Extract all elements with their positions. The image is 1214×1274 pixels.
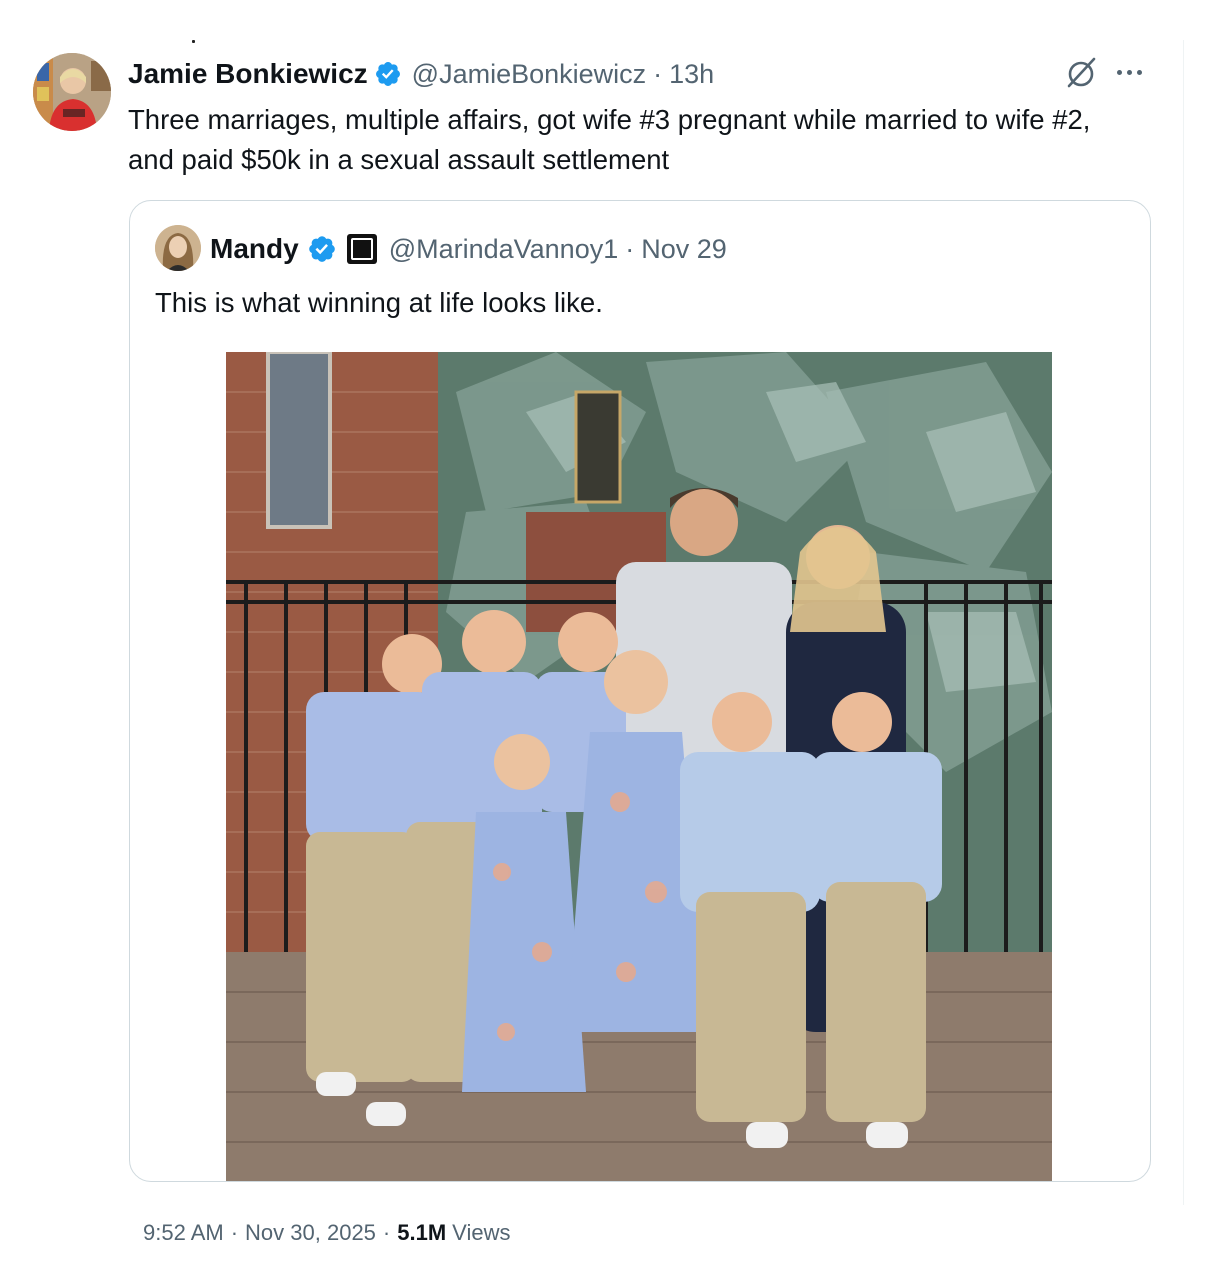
separator-dot: · bbox=[625, 233, 635, 264]
grok-icon[interactable] bbox=[1063, 55, 1099, 91]
footer-date[interactable]: Nov 30, 2025 bbox=[245, 1220, 376, 1246]
quote-header: Mandy @MarindaVannoy1 · Nov 29 bbox=[210, 231, 727, 267]
quote-avatar-image bbox=[155, 225, 201, 271]
quote-tweet-card[interactable]: Mandy @MarindaVannoy1 · Nov 29 This is w… bbox=[129, 200, 1151, 1182]
affiliate-badge-mark bbox=[350, 238, 373, 260]
quote-author-display-name[interactable]: Mandy bbox=[210, 233, 299, 265]
tweet-time[interactable]: 13h bbox=[669, 59, 714, 90]
more-dot bbox=[1137, 69, 1142, 75]
quote-text: This is what winning at life looks like. bbox=[155, 287, 603, 318]
family-photo[interactable] bbox=[226, 352, 1052, 1181]
views-label: Views bbox=[452, 1220, 511, 1245]
divider-mark bbox=[192, 40, 195, 43]
quote-author-handle[interactable]: @MarindaVannoy1 bbox=[389, 234, 619, 265]
affiliate-badge-icon[interactable] bbox=[346, 234, 377, 264]
tweet-text: Three marriages, multiple affairs, got w… bbox=[128, 104, 1091, 175]
separator-dot: · bbox=[382, 1220, 391, 1245]
more-icon[interactable] bbox=[1117, 60, 1151, 84]
tweet-page: Jamie Bonkiewicz @JamieBonkiewicz · 13h … bbox=[0, 0, 1214, 1274]
more-dot bbox=[1127, 69, 1132, 75]
author-avatar[interactable] bbox=[33, 53, 111, 131]
avatar-image bbox=[33, 53, 111, 131]
photo-image bbox=[226, 352, 1052, 1181]
separator-dot: · bbox=[653, 58, 663, 89]
author-handle[interactable]: @JamieBonkiewicz bbox=[412, 59, 646, 90]
more-dot bbox=[1117, 69, 1122, 75]
verified-badge-icon bbox=[308, 236, 335, 262]
tweet-header: Jamie Bonkiewicz @JamieBonkiewicz · 13h bbox=[128, 56, 714, 92]
quote-author-avatar[interactable] bbox=[155, 225, 201, 271]
tweet-footer: 9:52 AM · Nov 30, 2025 · 5.1M Views bbox=[143, 1216, 510, 1250]
views-count[interactable]: 5.1M bbox=[397, 1220, 446, 1246]
column-border bbox=[1183, 40, 1184, 1205]
verified-badge-icon bbox=[375, 62, 400, 86]
author-display-name[interactable]: Jamie Bonkiewicz bbox=[128, 58, 368, 90]
footer-time[interactable]: 9:52 AM bbox=[143, 1220, 224, 1246]
separator-dot: · bbox=[230, 1220, 239, 1245]
quote-date[interactable]: Nov 29 bbox=[641, 234, 727, 265]
